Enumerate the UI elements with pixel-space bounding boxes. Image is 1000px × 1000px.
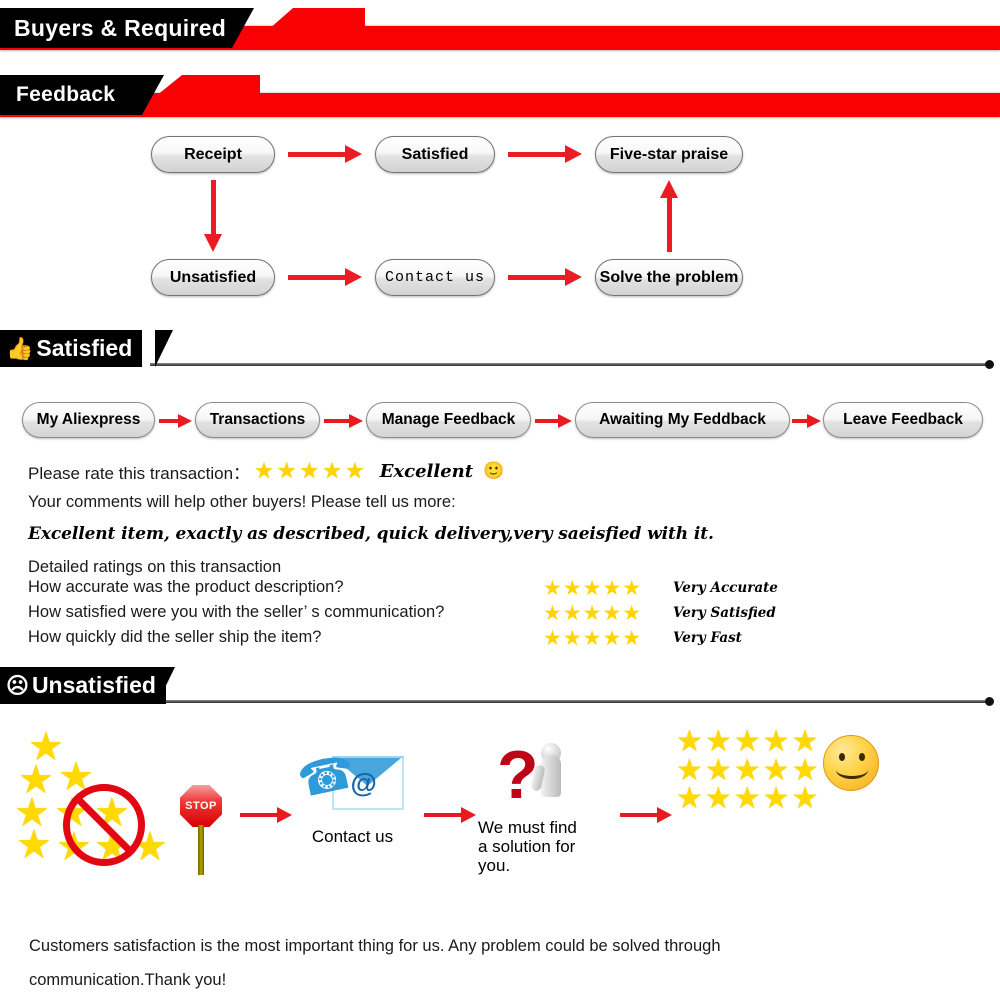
- rate-prompt-label: Please rate this transaction：: [28, 463, 251, 483]
- banner-black-wedge: [232, 8, 254, 48]
- breadcrumb-awaiting-my-feedback[interactable]: Awaiting My Feddback: [575, 402, 790, 438]
- detail-stars-shipping: ★★★★★: [543, 627, 643, 650]
- smiley-icon: 🙂: [483, 461, 505, 480]
- stop-sign-label: STOP: [180, 785, 222, 827]
- flow-arrow-contact-to-solve: [508, 268, 582, 286]
- footer-line-2: communication.Thank you!: [29, 970, 227, 989]
- breadcrumb-manage-feedback[interactable]: Manage Feedback: [366, 402, 531, 438]
- flow-arrow-receipt-to-unsatisfied: [204, 180, 222, 252]
- detail-rating-row: How accurate was the product description…: [28, 577, 978, 602]
- breadcrumb-arrow-3: [535, 413, 572, 428]
- banner-buyers-required: Buyers & Required: [0, 8, 1000, 56]
- find-solution-block: ? We must find a solution for you.: [478, 741, 608, 876]
- feedback-infographic: Buyers & Required Feedback Receipt Satis…: [0, 0, 1000, 1000]
- contact-us-caption: Contact us: [311, 827, 394, 846]
- breadcrumb-my-aliexpress[interactable]: My Aliexpress: [22, 402, 155, 438]
- unsatisfied-badge-block: ☹ Unsatisfied: [0, 667, 166, 704]
- flow-arrow-solve-to-praise: [660, 180, 678, 252]
- detail-stars-accuracy: ★★★★★: [543, 577, 643, 600]
- detail-question-accuracy: How accurate was the product description…: [28, 578, 344, 596]
- big-smiley-icon: [823, 735, 879, 791]
- rejected-stars-group: ★ ★ ★ ★ ★ ★ ★ ★ ★ ★: [14, 727, 183, 872]
- find-solution-caption: We must find a solution for you.: [478, 818, 577, 876]
- unsatisfied-flow-graphics: ★ ★ ★ ★ ★ ★ ★ ★ ★ ★ STOP @ ☎ Contact us …: [0, 715, 1000, 920]
- flow-arrow-satisfied-to-praise: [508, 145, 582, 163]
- unsatisfied-badge-wedge: [157, 667, 175, 704]
- five-star-grid: ★★★★★ ★★★★★ ★★★★★: [676, 725, 821, 815]
- satisfied-badge-block: 👍 Satisfied: [0, 330, 143, 367]
- flow-node-contact-us: Contact us: [375, 259, 495, 296]
- question-mark-person-icon: ?: [483, 741, 603, 815]
- rate-prompt-row: Please rate this transaction： ★★★★★ Exce…: [28, 458, 978, 484]
- rate-word-excellent: Excellent: [379, 460, 474, 482]
- footer-message: Customers satisfaction is the most impor…: [29, 930, 959, 998]
- rate-stars: ★★★★★: [254, 458, 368, 483]
- stop-sign-pole: [198, 825, 204, 875]
- detail-rating-row: How satisfied were you with the seller’ …: [28, 602, 978, 627]
- unsatisfied-badge-label: Unsatisfied: [31, 672, 156, 698]
- flow-arrow-receipt-to-satisfied: [288, 145, 362, 163]
- unsat-arrow-1: [240, 807, 292, 823]
- rule-end-dot: [985, 697, 994, 706]
- satisfied-breadcrumb: My Aliexpress Transactions Manage Feedba…: [0, 402, 1000, 442]
- unsatisfied-divider-rule: [150, 697, 994, 706]
- detailed-ratings-heading: Detailed ratings on this transaction: [28, 558, 282, 576]
- flow-node-solve-the-problem: Solve the problem: [595, 259, 743, 296]
- phone-envelope-icon: @ ☎: [292, 745, 407, 822]
- rule-end-dot: [985, 360, 994, 369]
- flow-node-five-star-praise: Five-star praise: [595, 136, 743, 173]
- detail-question-communication: How satisfied were you with the seller’ …: [28, 603, 445, 621]
- star-row: ★★★★★: [676, 753, 821, 787]
- breadcrumb-arrow-4: [792, 413, 821, 428]
- star-row: ★★★★★: [676, 725, 821, 758]
- buyer-comment-text: Excellent item, exactly as described, qu…: [28, 524, 714, 544]
- footer-line-1: Customers satisfaction is the most impor…: [29, 937, 721, 955]
- stop-sign-icon: STOP: [178, 785, 224, 875]
- satisfied-badge-wedge: [155, 330, 173, 367]
- flow-node-receipt: Receipt: [151, 136, 275, 173]
- star-row: ★★★★★: [676, 782, 821, 815]
- breadcrumb-arrow-1: [159, 413, 192, 428]
- banner-title-buyers: Buyers & Required: [14, 14, 227, 41]
- prohibition-icon: [63, 784, 145, 866]
- detail-value-accuracy: Very Accurate: [673, 580, 778, 596]
- flow-node-satisfied: Satisfied: [375, 136, 495, 173]
- flow-arrow-unsatisfied-to-contact: [288, 268, 362, 286]
- thumbs-up-icon: 👍: [6, 335, 34, 361]
- satisfied-divider-rule: [150, 360, 994, 369]
- detail-rating-row: How quickly did the seller ship the item…: [28, 627, 978, 652]
- breadcrumb-leave-feedback[interactable]: Leave Feedback: [823, 402, 983, 438]
- banner-feedback: Feedback: [0, 75, 1000, 123]
- star-icon: ★: [16, 823, 52, 867]
- banner-black-wedge: [142, 75, 164, 115]
- detail-value-communication: Very Satisfied: [673, 605, 776, 621]
- satisfied-badge-label: Satisfied: [36, 335, 133, 361]
- comments-prompt: Your comments will help other buyers! Pl…: [28, 493, 456, 511]
- flow-node-unsatisfied: Unsatisfied: [151, 259, 275, 296]
- contact-us-block: @ ☎ Contact us: [292, 745, 410, 846]
- breadcrumb-arrow-2: [324, 413, 363, 428]
- unsat-arrow-3: [620, 807, 672, 823]
- detail-stars-communication: ★★★★★: [543, 602, 643, 625]
- detail-value-shipping: Very Fast: [673, 630, 742, 646]
- unsat-arrow-2: [424, 807, 476, 823]
- frowning-face-icon: ☹: [6, 672, 29, 698]
- feedback-flowchart: Receipt Satisfied Five-star praise Unsat…: [0, 125, 1000, 315]
- breadcrumb-transactions[interactable]: Transactions: [195, 402, 320, 438]
- banner-title-feedback: Feedback: [16, 83, 116, 106]
- rating-details: Please rate this transaction： ★★★★★ Exce…: [28, 458, 978, 652]
- detail-question-shipping: How quickly did the seller ship the item…: [28, 628, 322, 646]
